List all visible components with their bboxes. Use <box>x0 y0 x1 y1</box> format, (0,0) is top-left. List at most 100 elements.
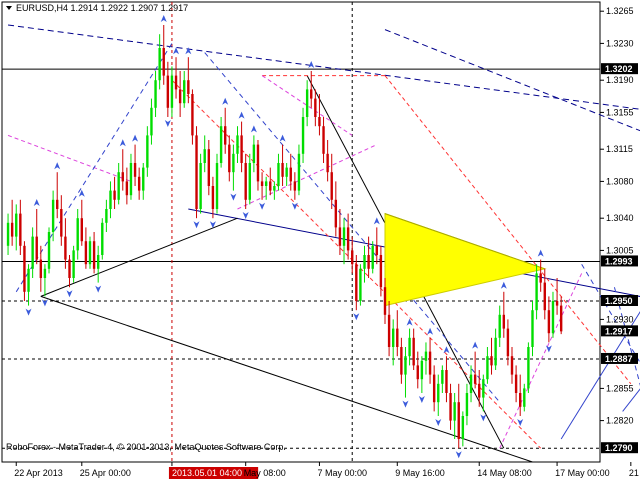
candle-body <box>133 163 137 177</box>
candle-body <box>449 393 452 421</box>
candle-body <box>80 218 83 242</box>
candle-body <box>224 126 227 145</box>
price-label: 1.2790 <box>605 443 633 453</box>
candle-body <box>367 255 370 269</box>
candle-body <box>256 144 260 182</box>
candle-body <box>506 328 510 357</box>
candle-body <box>72 250 75 278</box>
candle-body <box>469 374 473 393</box>
candle-body <box>109 190 112 209</box>
candle-body <box>170 75 174 108</box>
candle-body <box>236 135 239 154</box>
candle-body <box>527 347 530 389</box>
price-label: 1.2917 <box>605 326 633 336</box>
candle-body <box>277 163 280 186</box>
candle-body <box>187 80 190 94</box>
candle-body <box>39 259 43 278</box>
y-tick-label: 1.3040 <box>606 213 634 223</box>
y-tick-label: 1.3190 <box>606 75 634 85</box>
candle-body <box>23 245 26 292</box>
candle-body <box>531 310 534 347</box>
candle-body <box>519 393 522 407</box>
candle-body <box>432 374 436 403</box>
candle-body <box>51 199 55 232</box>
candle-body <box>47 232 51 269</box>
candle-body <box>457 402 460 439</box>
candle-body <box>322 126 325 154</box>
candle-body <box>338 227 342 246</box>
watermark: RoboForex - MetaTrader 4, © 2001-2013, M… <box>6 442 286 452</box>
price-label: 1.2950 <box>605 296 633 306</box>
x-tick-label: 14 May 08:00 <box>477 468 532 478</box>
candle-body <box>539 273 542 283</box>
candle-body <box>207 149 211 186</box>
candle-body <box>391 328 395 347</box>
candle-body <box>330 172 333 200</box>
y-tick-label: 1.3005 <box>606 245 634 255</box>
candle-body <box>56 199 59 209</box>
candle-body <box>465 393 469 416</box>
candle-body <box>219 126 223 163</box>
candle-body <box>35 236 38 260</box>
candle-body <box>494 337 497 366</box>
candle-body <box>400 347 403 375</box>
candle-body <box>76 218 79 251</box>
y-tick-label: 1.2855 <box>606 383 634 393</box>
candle-body <box>183 80 186 104</box>
candle-body <box>543 282 546 311</box>
price-label: 1.2887 <box>605 354 633 364</box>
candle-body <box>383 287 387 315</box>
candle-body <box>264 181 268 186</box>
price-label: 1.2993 <box>605 256 633 266</box>
candle-body <box>412 337 415 366</box>
candle-body <box>293 181 297 191</box>
candle-body <box>289 167 292 182</box>
candle-body <box>355 264 358 301</box>
candle-body <box>359 268 362 301</box>
candle-body <box>510 356 514 375</box>
candle-body <box>228 144 231 173</box>
candle-body <box>162 48 165 76</box>
candle-body <box>6 222 10 246</box>
symbol-line: EURUSD,H4 1.2914 1.2922 1.2907 1.2917 <box>16 3 188 13</box>
candle-body <box>547 310 551 334</box>
x-tick-label: May 08:00 <box>244 468 286 478</box>
candle-body <box>551 301 555 334</box>
x-tick-label: 21 May 16:00 <box>629 468 640 478</box>
candle-body <box>351 250 354 265</box>
candle-body <box>84 241 88 265</box>
candle-body <box>88 241 92 265</box>
candle-body <box>60 209 63 237</box>
candle-body <box>396 328 399 347</box>
candle-body <box>154 80 157 108</box>
candle-body <box>437 383 440 403</box>
candle-body <box>211 186 215 209</box>
candle-body <box>248 163 251 200</box>
candle-body <box>379 255 383 288</box>
candle-body <box>64 236 67 260</box>
candle-body <box>404 356 407 375</box>
candle-body <box>387 314 391 347</box>
candle-body <box>158 48 161 81</box>
candle-body <box>269 181 272 191</box>
y-tick-label: 1.2930 <box>606 314 634 324</box>
candle-body <box>314 98 317 117</box>
candle-body <box>486 356 489 380</box>
candle-body <box>416 365 419 380</box>
x-tick-label: 2013.05.01 04:00 <box>172 468 242 478</box>
y-tick-label: 1.3080 <box>606 176 634 186</box>
candle-body <box>326 153 329 173</box>
candle-body <box>408 337 411 357</box>
candle-body <box>113 190 116 200</box>
candle-body <box>281 163 284 177</box>
y-tick-label: 1.2820 <box>606 416 634 426</box>
candle-body <box>318 117 321 127</box>
candle-body <box>240 135 243 163</box>
candle-body <box>285 167 288 177</box>
candle-body <box>96 255 100 269</box>
candle-body <box>129 163 133 196</box>
candle-body <box>445 370 448 393</box>
candle-body <box>203 149 206 163</box>
x-tick-label: 17 May 00:00 <box>555 468 610 478</box>
candle-body <box>310 89 313 99</box>
